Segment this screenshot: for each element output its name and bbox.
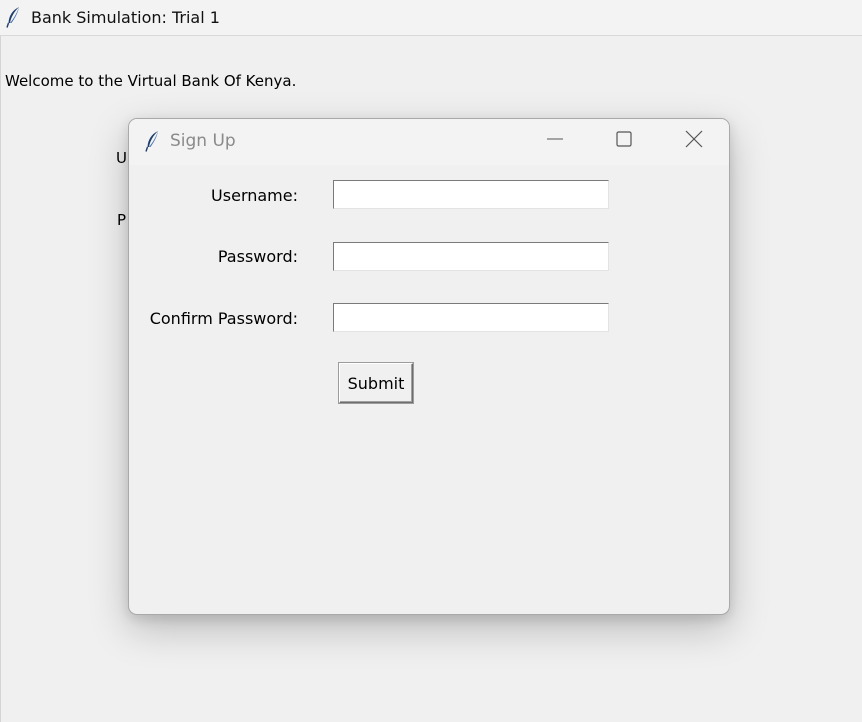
window-title: Bank Simulation: Trial 1 <box>31 8 220 27</box>
close-button[interactable] <box>661 119 727 163</box>
sign-up-dialog: Sign Up Username: Password: Confirm Pass… <box>128 118 730 615</box>
minimize-button[interactable] <box>522 119 588 163</box>
minimize-icon <box>546 130 564 152</box>
window-border <box>0 36 1 722</box>
dialog-title: Sign Up <box>170 131 236 151</box>
maximize-button[interactable] <box>591 119 657 163</box>
confirm-password-input[interactable] <box>333 303 609 332</box>
submit-button[interactable]: Submit <box>339 363 413 403</box>
password-label-obscured: P <box>117 211 127 229</box>
welcome-label: Welcome to the Virtual Bank Of Kenya. <box>5 72 297 90</box>
close-icon <box>685 130 703 152</box>
confirm-password-label: Confirm Password: <box>149 309 298 328</box>
dialog-titlebar[interactable]: Sign Up <box>129 119 729 165</box>
feather-icon <box>145 130 161 152</box>
main-window-titlebar[interactable]: Bank Simulation: Trial 1 <box>0 0 862 36</box>
username-label-obscured: U <box>116 149 127 167</box>
password-input[interactable] <box>333 242 609 271</box>
username-label: Username: <box>211 186 298 205</box>
username-input[interactable] <box>333 180 609 209</box>
feather-icon <box>6 6 22 28</box>
password-label: Password: <box>217 247 298 266</box>
maximize-icon <box>615 130 633 152</box>
